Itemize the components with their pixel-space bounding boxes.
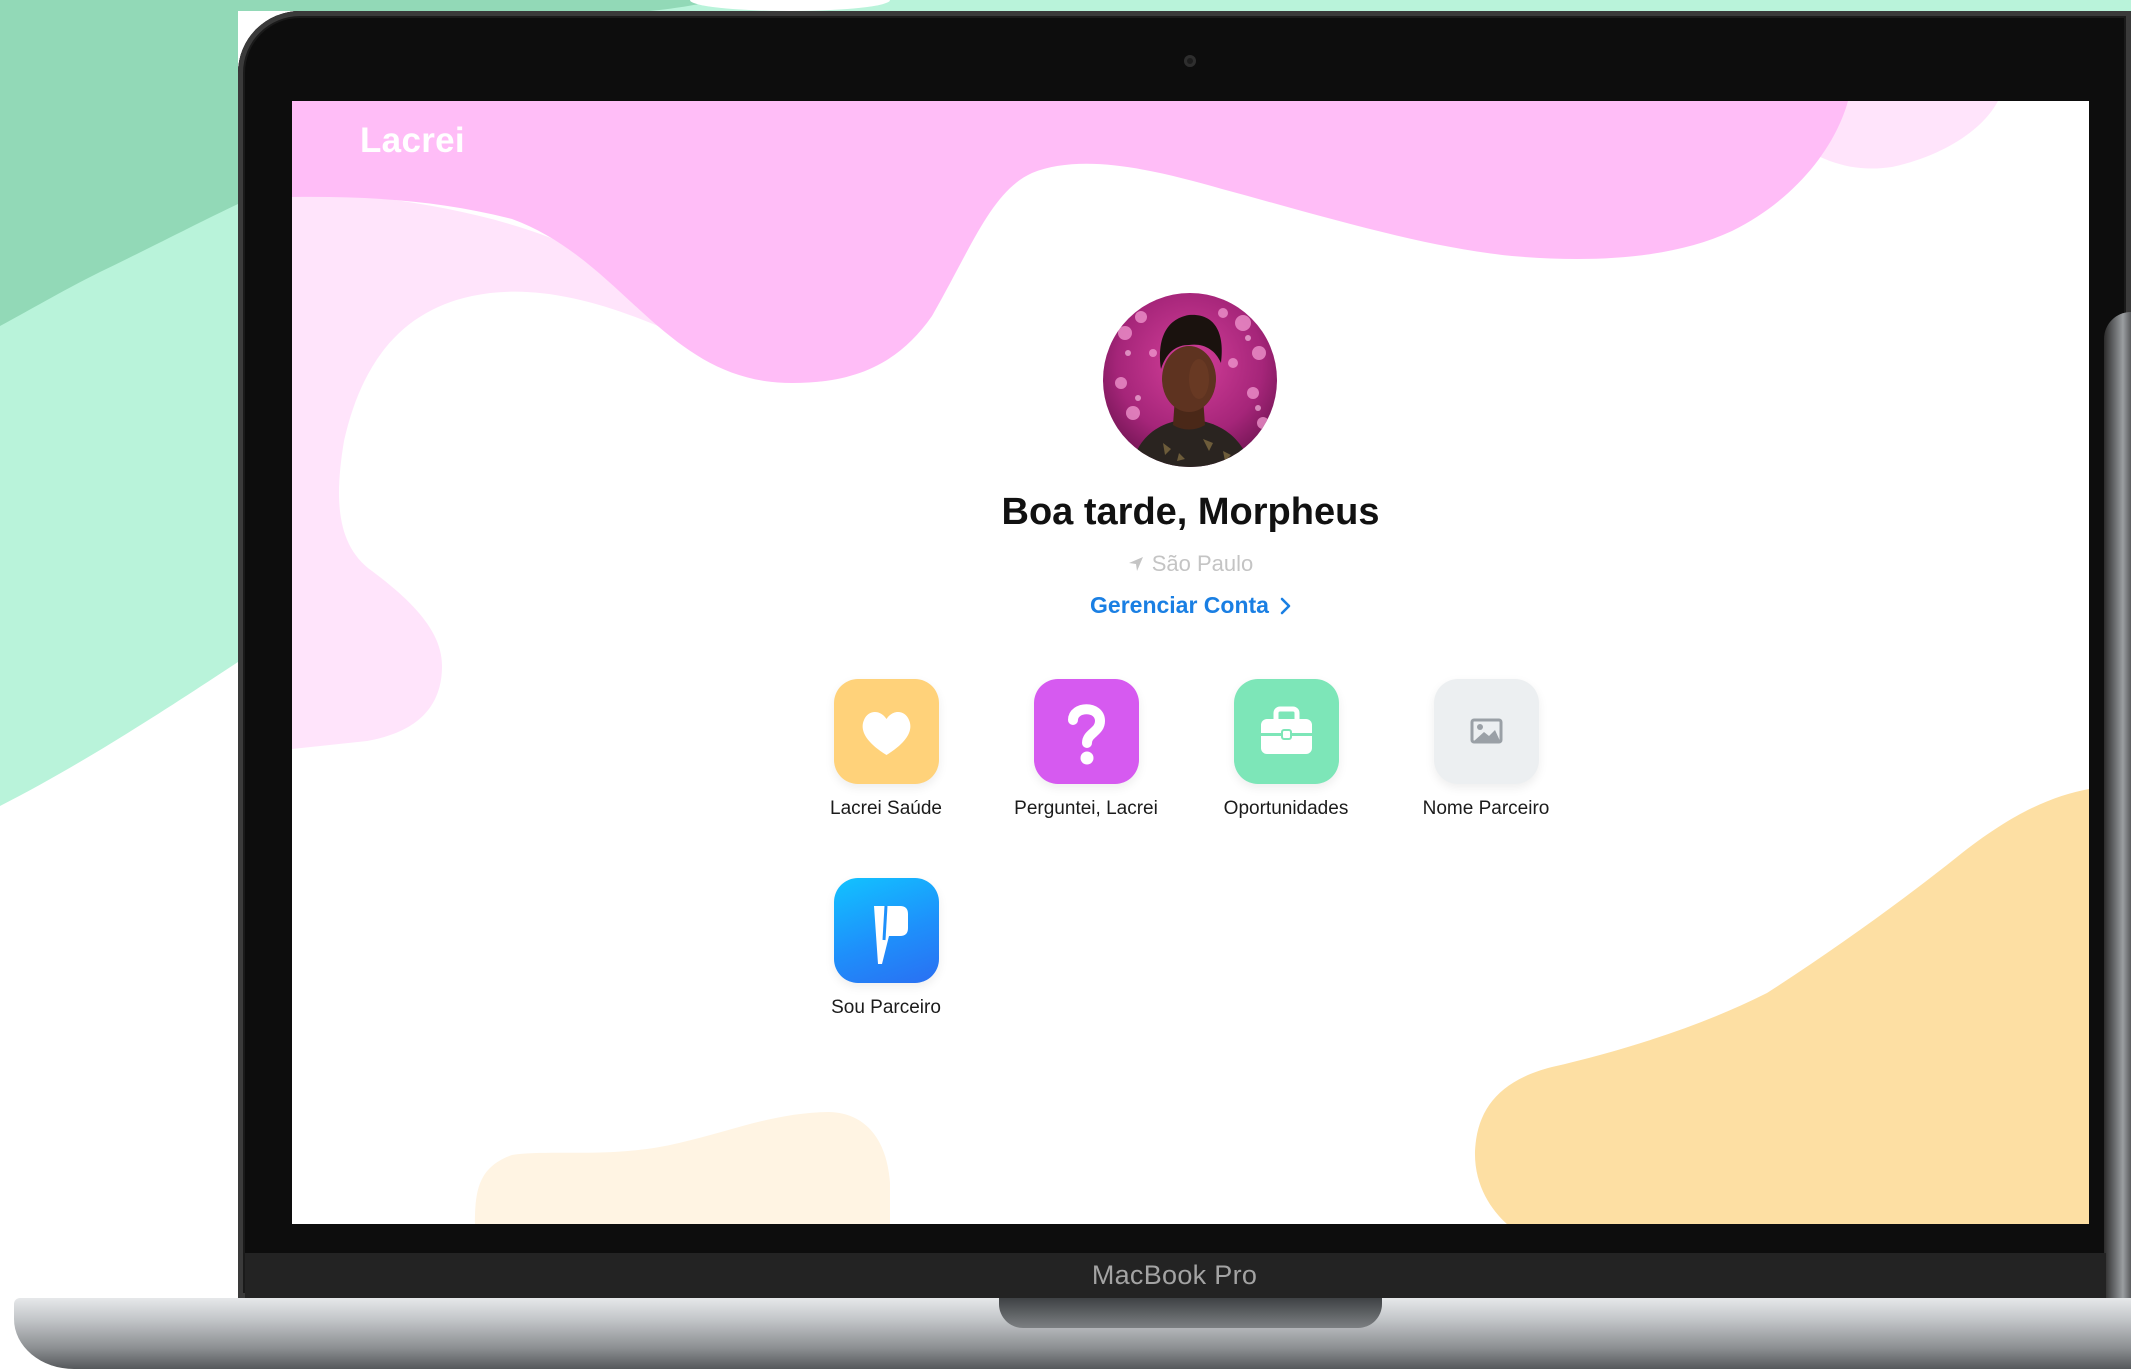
app-label: Perguntei, Lacrei <box>1014 798 1158 819</box>
briefcase-icon <box>1260 706 1312 754</box>
image-placeholder-icon <box>1470 718 1502 744</box>
app-label: Oportunidades <box>1223 798 1349 819</box>
question-mark-icon <box>1067 704 1105 765</box>
camera-icon <box>1184 55 1196 67</box>
app-tile[interactable] <box>1033 679 1139 784</box>
manage-account-row: Gerenciar Conta <box>292 592 2089 619</box>
app-label: Nome Parceiro <box>1422 798 1550 819</box>
app-sou-parceiro[interactable]: Sou Parceiro <box>786 878 986 1077</box>
avatar[interactable] <box>1103 293 1277 467</box>
apps-grid: Lacrei Saúde Perguntei, Lacrei Oportunid… <box>786 679 1586 1077</box>
app-oportunidades[interactable]: Oportunidades <box>1186 679 1386 878</box>
app-perguntei-lacrei[interactable]: Perguntei, Lacrei <box>986 679 1186 878</box>
app-label: Lacrei Saúde <box>830 798 942 819</box>
app-tile[interactable] <box>1433 679 1539 784</box>
app-tile[interactable] <box>1233 679 1339 784</box>
app-tile[interactable] <box>833 878 939 983</box>
navigation-arrow-icon <box>1128 557 1143 571</box>
manage-account-label: Gerenciar Conta <box>1090 592 1269 618</box>
app-screen: Lacrei Boa tarde, Morpheus São Paulo Ger… <box>292 101 2089 1224</box>
avatar-image <box>1103 293 1277 467</box>
manage-account-link[interactable]: Gerenciar Conta <box>1090 592 1291 619</box>
laptop-lid-edge <box>2104 312 2131 1298</box>
chevron-right-icon <box>1280 597 1291 614</box>
app-label: Sou Parceiro <box>831 997 941 1018</box>
location-row: São Paulo <box>292 551 2089 577</box>
partner-flag-icon <box>873 905 908 964</box>
app-nome-parceiro[interactable]: Nome Parceiro <box>1386 679 1586 878</box>
laptop-chin: MacBook Pro <box>245 1253 2106 1298</box>
app-title: Lacrei <box>360 121 465 160</box>
laptop-notch <box>999 1298 1382 1328</box>
app-tile[interactable] <box>833 679 939 784</box>
app-lacrei-saude[interactable]: Lacrei Saúde <box>786 679 986 878</box>
greeting-heading: Boa tarde, Morpheus <box>1001 491 1380 533</box>
heart-icon <box>862 711 910 755</box>
device-label: MacBook Pro <box>1091 1260 1258 1290</box>
location-text: São Paulo <box>1151 551 1254 576</box>
